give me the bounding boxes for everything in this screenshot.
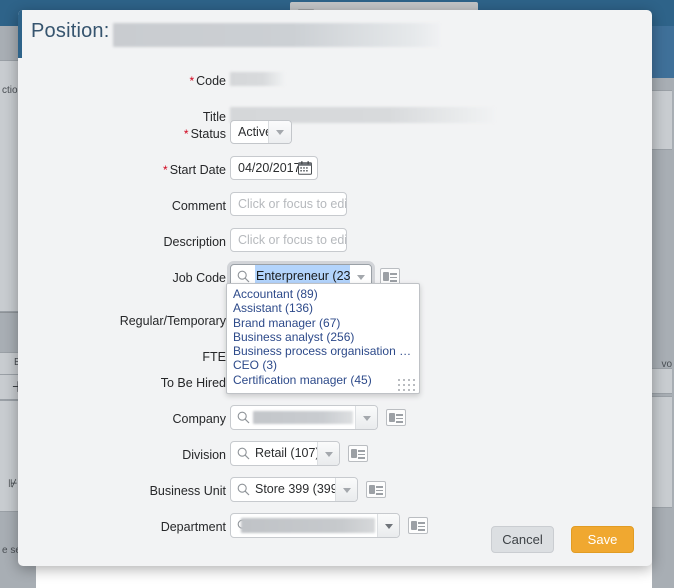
division-input[interactable]: Retail (107) <box>230 441 340 466</box>
chevron-down-icon[interactable] <box>355 406 377 429</box>
label-division: Division <box>182 448 226 462</box>
page-title: Position: <box>31 20 110 42</box>
input-title[interactable] <box>230 103 495 123</box>
save-button[interactable]: Save <box>571 526 634 553</box>
company-value-redacted <box>253 411 353 424</box>
label-status: * Status <box>183 127 226 141</box>
description-input[interactable]: Click or focus to edit <box>230 228 347 252</box>
list-item[interactable]: Business analyst (256) <box>227 330 419 344</box>
job-code-dropdown[interactable]: Accountant (89) Assistant (136) Brand ma… <box>226 283 420 394</box>
input-start-date[interactable]: 04/20/2017 <box>230 156 318 180</box>
job-code-option-list: Accountant (89) Assistant (136) Brand ma… <box>227 284 419 387</box>
business-unit-value: Store 399 (399) <box>255 482 342 496</box>
label-company: Company <box>172 412 227 426</box>
background-right-block-2 <box>652 368 672 394</box>
input-comment[interactable]: Click or focus to edit <box>230 192 347 216</box>
company-lookup-button[interactable] <box>386 409 406 426</box>
label-job-code: Job Code <box>172 271 226 285</box>
field-row-status: * Status Active <box>18 120 652 148</box>
input-code[interactable] <box>230 67 285 86</box>
chevron-down-icon[interactable] <box>317 442 339 465</box>
calendar-icon[interactable] <box>298 161 312 175</box>
field-row-start-date: * Start Date 04/20/2017 <box>18 156 652 184</box>
field-row-division: Division Retail (107) <box>18 441 652 469</box>
label-code: * Code <box>189 74 226 88</box>
dialog-header: Position: <box>18 10 652 58</box>
list-item[interactable]: CEO (3) <box>227 358 419 372</box>
label-regular-temporary: Regular/Temporary <box>119 314 226 328</box>
input-description[interactable]: Click or focus to edit <box>230 228 347 252</box>
division-value: Retail (107) <box>255 446 320 460</box>
comment-input[interactable]: Click or focus to edit <box>230 192 347 216</box>
background-right-block-3 <box>652 396 672 508</box>
list-item[interactable]: Certification manager (45) <box>227 373 419 387</box>
list-item[interactable]: Assistant (136) <box>227 301 419 315</box>
label-business-unit: Business Unit <box>149 484 226 498</box>
status-select-box[interactable]: Active <box>230 120 292 144</box>
company-input[interactable] <box>230 405 378 430</box>
list-item[interactable]: Accountant (89) <box>227 287 419 301</box>
screen: ction Em ＋ ⊮ + e ser vo Position: *Code <box>0 0 674 588</box>
field-row-code: * Code <box>18 67 652 95</box>
required-marker: * <box>189 74 195 88</box>
label-to-be-hired: To Be Hired <box>160 376 226 390</box>
search-icon <box>237 411 250 424</box>
search-icon <box>237 447 250 460</box>
start-date-value: 04/20/2017 <box>238 161 301 175</box>
status-value: Active <box>238 125 273 139</box>
label-comment: Comment <box>171 199 226 213</box>
required-marker: * <box>183 127 189 141</box>
resize-handle[interactable] <box>398 379 416 391</box>
field-row-business-unit: Business Unit Store 399 (399) <box>18 477 652 505</box>
business-unit-lookup-button[interactable] <box>366 481 386 498</box>
search-icon <box>237 270 250 283</box>
background-right-cap <box>652 26 674 78</box>
search-icon <box>237 483 250 496</box>
chevron-down-icon[interactable] <box>335 478 357 501</box>
division-lookup-button[interactable] <box>348 445 368 462</box>
required-marker: * <box>163 163 168 177</box>
code-value-redacted <box>230 72 285 86</box>
start-date-box[interactable]: 04/20/2017 <box>230 156 318 180</box>
cancel-button[interactable]: Cancel <box>491 526 554 553</box>
business-unit-input[interactable]: Store 399 (399) <box>230 477 358 502</box>
title-value-redacted <box>113 23 440 47</box>
select-status[interactable]: Active <box>230 120 292 144</box>
lookup-business-unit[interactable]: Store 399 (399) <box>230 477 386 502</box>
label-description: Description <box>163 235 226 249</box>
list-item[interactable]: Business process organisation mana… <box>227 344 419 358</box>
label-fte: FTE <box>202 350 226 364</box>
lookup-division[interactable]: Retail (107) <box>230 441 368 466</box>
dialog-footer: Cancel Save <box>18 518 652 566</box>
field-row-description: Description Click or focus to edit <box>18 228 652 256</box>
background-right-block-1 <box>652 90 672 150</box>
chevron-down-icon[interactable] <box>268 121 291 143</box>
list-item[interactable]: Brand manager (67) <box>227 316 419 330</box>
label-start-date: * Start Date <box>163 163 226 177</box>
lookup-company[interactable] <box>230 405 406 430</box>
field-row-company: Company <box>18 405 652 433</box>
field-row-comment: Comment Click or focus to edit <box>18 192 652 220</box>
background-right-panel <box>652 78 674 588</box>
